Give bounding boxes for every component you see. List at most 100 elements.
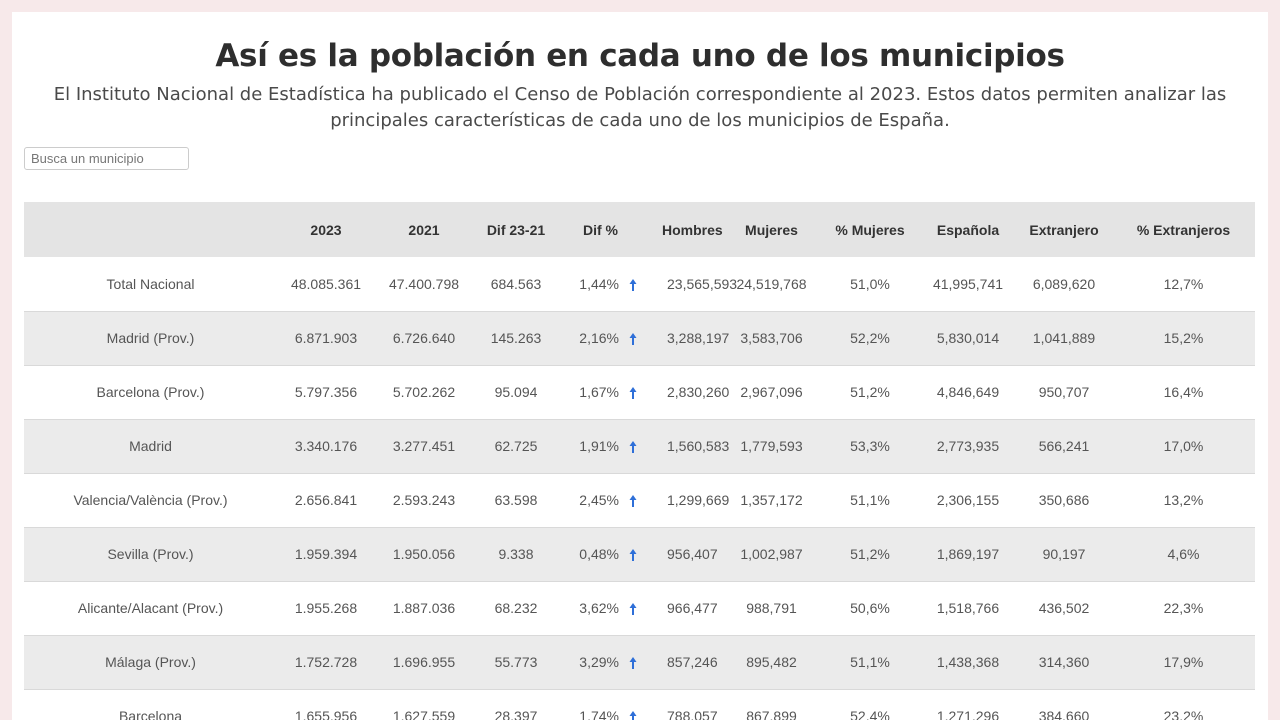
- cell-mujeres: 1,779,593: [740, 438, 803, 454]
- cell-hombres: 2,830,260: [667, 384, 730, 400]
- cell-v2023: 1.955.268: [294, 600, 358, 616]
- cell-espanola: 2,773,935: [936, 438, 1000, 454]
- col-header-dif-pct[interactable]: Dif %: [559, 202, 619, 257]
- cell-dif: 63.598: [494, 492, 538, 508]
- arrow-up-icon: [629, 387, 637, 400]
- cell-extranjero: 384,660: [1038, 708, 1090, 720]
- cell-v2023: 1.752.728: [294, 654, 358, 670]
- cell-trend: [619, 527, 661, 581]
- cell-espanola: 2,306,155: [936, 492, 1000, 508]
- cell-dif-pct: 0,48%: [579, 546, 619, 562]
- cell-dif-pct: 1,74%: [579, 708, 619, 720]
- cell-municipio: Barcelona: [118, 708, 183, 720]
- cell-extranjero: 436,502: [1038, 600, 1090, 616]
- cell-v2021: 47.400.798: [388, 275, 460, 292]
- cell-extranjero: 314,360: [1038, 654, 1090, 670]
- cell-dif: 62.725: [494, 438, 538, 454]
- cell-dif-pct: 1,44%: [579, 275, 619, 292]
- col-header-hombres[interactable]: Hombres: [661, 202, 723, 257]
- cell-trend: [619, 311, 661, 365]
- search-input[interactable]: [24, 147, 189, 170]
- cell-trend: [619, 635, 661, 689]
- col-header-pct-extranjeros[interactable]: % Extranjeros: [1112, 202, 1255, 257]
- col-header-municipio[interactable]: [24, 202, 277, 257]
- table-row: Total Nacional 48.085.361 47.400.798 684.56…: [24, 257, 1255, 311]
- cell-v2023: 6.871.903: [294, 330, 358, 346]
- cell-pct-extranjeros: 15,2%: [1163, 330, 1204, 346]
- cell-pct-extranjeros: 16,4%: [1163, 384, 1204, 400]
- cell-pct-mujeres: 51,2%: [850, 384, 890, 400]
- content-card: Así es la población en cada uno de los m…: [12, 12, 1268, 720]
- cell-pct-extranjeros: 4,6%: [1167, 546, 1200, 562]
- table-row: Barcelona 1.655.956 1.627.559 28.397 1,74% 78…: [24, 689, 1255, 720]
- arrow-up-icon: [629, 603, 637, 616]
- col-header-2021[interactable]: 2021: [375, 202, 473, 257]
- cell-espanola: 5,830,014: [936, 330, 1000, 346]
- cell-hombres: 857,246: [667, 654, 718, 670]
- cell-v2021: 5.702.262: [392, 384, 456, 400]
- cell-hombres: 3,288,197: [667, 330, 730, 346]
- cell-dif: 55.773: [494, 654, 538, 670]
- cell-dif-pct: 3,29%: [579, 654, 619, 670]
- cell-v2021: 3.277.451: [392, 438, 456, 454]
- cell-pct-mujeres: 50,6%: [850, 600, 890, 616]
- col-header-mujeres[interactable]: Mujeres: [723, 202, 820, 257]
- col-header-dif[interactable]: Dif 23-21: [473, 202, 559, 257]
- cell-pct-mujeres: 53,3%: [850, 438, 890, 454]
- arrow-up-icon: [629, 278, 637, 291]
- cell-v2021: 1.627.559: [392, 708, 456, 720]
- cell-v2023: 1.959.394: [294, 546, 358, 562]
- cell-municipio: Málaga (Prov.): [105, 654, 196, 670]
- cell-mujeres: 1,357,172: [740, 492, 803, 508]
- cell-dif: 684.563: [490, 275, 542, 292]
- arrow-up-icon: [629, 333, 637, 346]
- cell-v2023: 5.797.356: [294, 384, 358, 400]
- cell-espanola: 1,271,296: [936, 708, 1000, 720]
- cell-municipio: Alicante/Alacant (Prov.): [77, 600, 224, 616]
- cell-municipio: Total Nacional: [106, 275, 195, 292]
- cell-hombres: 956,407: [667, 546, 718, 562]
- col-header-pct-mujeres[interactable]: % Mujeres: [820, 202, 920, 257]
- cell-trend: [619, 581, 661, 635]
- cell-mujeres: 867,899: [746, 708, 797, 720]
- col-header-2023[interactable]: 2023: [277, 202, 375, 257]
- cell-hombres: 1,299,669: [667, 492, 730, 508]
- cell-mujeres: 895,482: [746, 654, 797, 670]
- cell-hombres: 1,560,583: [667, 438, 730, 454]
- table-row: Madrid (Prov.) 6.871.903 6.726.640 145.263 2…: [24, 311, 1255, 365]
- arrow-up-icon: [629, 711, 637, 720]
- arrow-up-icon: [629, 549, 637, 562]
- cell-pct-extranjeros: 12,7%: [1163, 275, 1204, 292]
- cell-trend: [619, 257, 661, 311]
- cell-pct-extranjeros: 22,3%: [1163, 600, 1204, 616]
- col-header-espanola[interactable]: Española: [920, 202, 1016, 257]
- cell-mujeres: 2,967,096: [740, 384, 803, 400]
- cell-dif-pct: 1,91%: [579, 438, 619, 454]
- arrow-up-icon: [629, 495, 637, 508]
- arrow-up-icon: [629, 657, 637, 670]
- cell-trend: [619, 419, 661, 473]
- cell-pct-extranjeros: 17,0%: [1163, 438, 1204, 454]
- cell-v2021: 6.726.640: [392, 330, 456, 346]
- cell-dif-pct: 2,45%: [579, 492, 619, 508]
- cell-espanola: 41,995,741: [932, 275, 1004, 292]
- cell-pct-extranjeros: 23,2%: [1163, 708, 1204, 720]
- cell-pct-mujeres: 51,1%: [850, 654, 890, 670]
- page-title: Así es la población en cada uno de los m…: [215, 38, 1065, 74]
- cell-hombres: 966,477: [667, 600, 718, 616]
- cell-pct-mujeres: 51,0%: [850, 275, 890, 292]
- cell-dif: 95.094: [494, 384, 538, 400]
- col-header-trend: [619, 202, 661, 257]
- cell-dif-pct: 1,67%: [579, 384, 619, 400]
- cell-extranjero: 90,197: [1042, 546, 1086, 562]
- cell-pct-mujeres: 51,2%: [850, 546, 890, 562]
- cell-pct-extranjeros: 13,2%: [1163, 492, 1204, 508]
- cell-mujeres: 988,791: [746, 600, 797, 616]
- col-header-extranjero[interactable]: Extranjero: [1016, 202, 1112, 257]
- cell-v2023: 48.085.361: [290, 275, 362, 292]
- cell-v2023: 3.340.176: [294, 438, 358, 454]
- cell-pct-mujeres: 51,1%: [850, 492, 890, 508]
- table-row: Barcelona (Prov.) 5.797.356 5.702.262 95.09…: [24, 365, 1255, 419]
- cell-pct-extranjeros: 17,9%: [1163, 654, 1204, 670]
- cell-pct-mujeres: 52,4%: [850, 708, 890, 720]
